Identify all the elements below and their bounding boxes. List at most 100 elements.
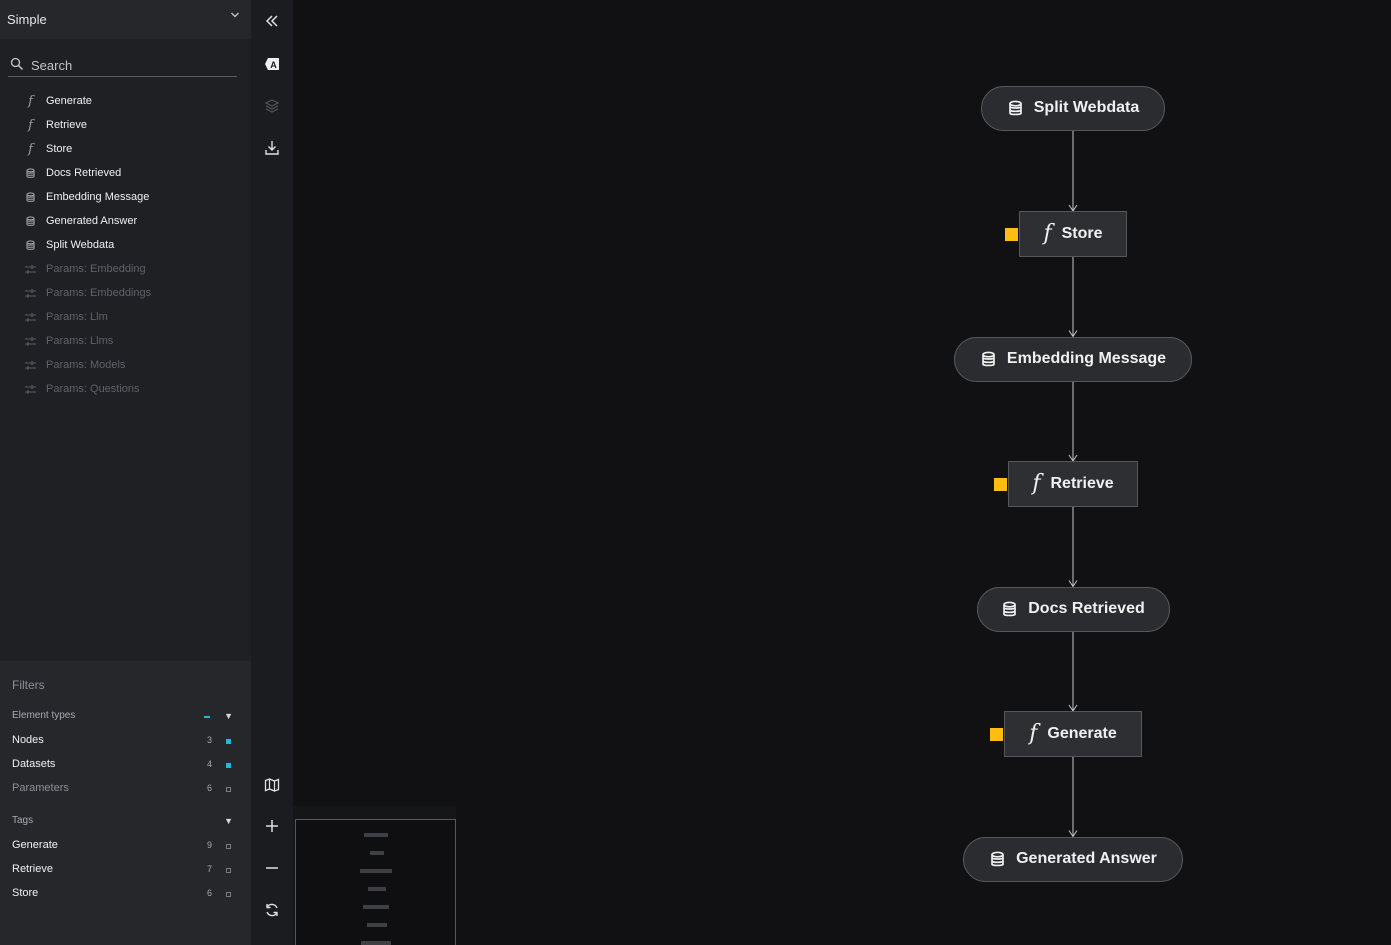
node-list-item[interactable]: f Generate <box>0 89 251 113</box>
function-icon: f <box>1032 471 1041 496</box>
filter-row-label: Datasets <box>12 758 56 770</box>
filter-row-label: Generate <box>12 839 58 851</box>
node-list-item[interactable]: f Store <box>0 137 251 161</box>
minimap-node <box>364 833 388 837</box>
database-icon <box>1001 601 1018 618</box>
filter-group-tags[interactable]: Tags ▼ <box>12 815 237 829</box>
filter-group-label: Element types <box>12 710 76 721</box>
node-label: Generate <box>1047 725 1117 742</box>
label-toggle-button[interactable]: A <box>263 55 281 73</box>
zoom-out-button[interactable] <box>263 859 281 877</box>
export-icon <box>265 141 279 155</box>
node-list-item[interactable]: Docs Retrieved <box>0 161 251 185</box>
layers-icon <box>264 99 280 113</box>
filter-row[interactable]: Store 6 <box>12 887 237 903</box>
node-list-item[interactable]: Params: Models <box>0 353 251 377</box>
node-list-item-label: Params: Models <box>46 359 126 371</box>
node-list-item-label: Docs Retrieved <box>46 167 122 179</box>
label-toggle-icon: A <box>265 58 279 70</box>
dataset-node[interactable]: Split Webdata <box>981 85 1165 131</box>
node-list-item-label: Generated Answer <box>46 215 138 227</box>
sliders-icon <box>24 263 37 276</box>
zoom-out-icon <box>266 867 278 869</box>
node-list-item-label: Store <box>46 143 73 155</box>
filter-checkbox[interactable] <box>226 868 231 873</box>
search-input[interactable] <box>31 56 231 74</box>
function-icon: f <box>28 142 33 157</box>
svg-text:A: A <box>270 60 277 70</box>
node-list-item[interactable]: Params: Llm <box>0 305 251 329</box>
filter-row[interactable]: Generate 9 <box>12 839 237 855</box>
node-list-item[interactable]: Params: Embeddings <box>0 281 251 305</box>
filter-group-label: Tags <box>12 815 34 826</box>
minimap-node <box>367 923 387 927</box>
filter-checkbox[interactable] <box>226 892 231 897</box>
function-node[interactable]: f Store <box>1019 211 1127 257</box>
minimap-node <box>361 941 391 945</box>
search-box <box>8 54 237 77</box>
filter-row-label: Store <box>12 887 39 899</box>
minimap[interactable] <box>295 819 456 945</box>
partial-select-icon[interactable] <box>204 716 210 718</box>
database-icon <box>989 851 1006 868</box>
layers-button[interactable] <box>263 97 281 115</box>
node-label: Docs Retrieved <box>1028 600 1145 617</box>
tag-marker <box>990 728 1003 741</box>
node-list-item-label: Generate <box>46 95 92 107</box>
minimap-node <box>363 905 389 909</box>
dataset-node[interactable]: Embedding Message <box>954 336 1192 382</box>
node-label: Split Webdata <box>1033 99 1140 116</box>
toolbar-rail: A <box>251 0 293 945</box>
export-button[interactable] <box>263 139 281 157</box>
node-list-item[interactable]: Embedding Message <box>0 185 251 209</box>
reset-view-icon <box>266 903 278 917</box>
node-list-item[interactable]: Generated Answer <box>0 209 251 233</box>
filter-checkbox[interactable] <box>226 763 231 768</box>
node-list-item-label: Params: Embeddings <box>46 287 152 299</box>
zoom-in-button[interactable] <box>263 817 281 835</box>
collapse-triangle-icon[interactable]: ▼ <box>224 711 233 721</box>
node-list-item[interactable]: f Retrieve <box>0 113 251 137</box>
dataset-node[interactable]: Generated Answer <box>963 836 1183 882</box>
dataset-node[interactable]: Docs Retrieved <box>976 586 1170 632</box>
node-list-item-label: Embedding Message <box>46 191 150 203</box>
filter-row[interactable]: Datasets 4 <box>12 758 237 774</box>
node-list-item-label: Split Webdata <box>46 239 115 251</box>
minimap-node <box>360 869 392 873</box>
minimap-toggle-icon <box>264 778 280 792</box>
filter-row-count: 6 <box>206 783 212 793</box>
database-icon <box>24 167 37 180</box>
filter-checkbox[interactable] <box>226 739 231 744</box>
node-list-item-label: Params: Llms <box>46 335 114 347</box>
filters-title: Filters <box>12 678 45 692</box>
minimap-node <box>368 887 386 891</box>
reset-view-button[interactable] <box>263 901 281 919</box>
pipeline-select[interactable]: Simple <box>0 0 251 39</box>
node-list-item[interactable]: Params: Embedding <box>0 257 251 281</box>
function-node[interactable]: f Retrieve <box>1008 461 1138 507</box>
node-list-item[interactable]: Params: Questions <box>0 377 251 401</box>
function-node[interactable]: f Generate <box>1004 711 1142 757</box>
collapse-triangle-icon[interactable]: ▼ <box>224 816 233 826</box>
filter-row-count: 7 <box>206 864 212 874</box>
filter-row[interactable]: Parameters 6 <box>12 782 237 798</box>
minimap-toggle-button[interactable] <box>263 776 281 794</box>
sliders-icon <box>24 335 37 348</box>
filter-checkbox[interactable] <box>226 787 231 792</box>
collapse-sidebar-button[interactable] <box>263 12 281 30</box>
filter-row-label: Parameters <box>12 782 69 794</box>
filter-checkbox[interactable] <box>226 844 231 849</box>
node-list-item[interactable]: Params: Llms <box>0 329 251 353</box>
filter-group-element-types[interactable]: Element types ▼ <box>12 710 237 724</box>
filter-row[interactable]: Retrieve 7 <box>12 863 237 879</box>
node-list-item[interactable]: Split Webdata <box>0 233 251 257</box>
node-list: f Generate f Retrieve f Store Docs Retrieved Em… <box>0 89 251 401</box>
sliders-icon <box>24 287 37 300</box>
tag-marker <box>994 478 1007 491</box>
graph-canvas[interactable]: Split Webdata f Store Embedding Message f Ret… <box>293 0 1391 945</box>
node-label: Retrieve <box>1050 475 1114 492</box>
filter-row[interactable]: Nodes 3 <box>12 734 237 750</box>
graph-edges <box>1068 130 1078 838</box>
node-list-item-label: Params: Llm <box>46 311 108 323</box>
filter-row-count: 4 <box>206 759 212 769</box>
